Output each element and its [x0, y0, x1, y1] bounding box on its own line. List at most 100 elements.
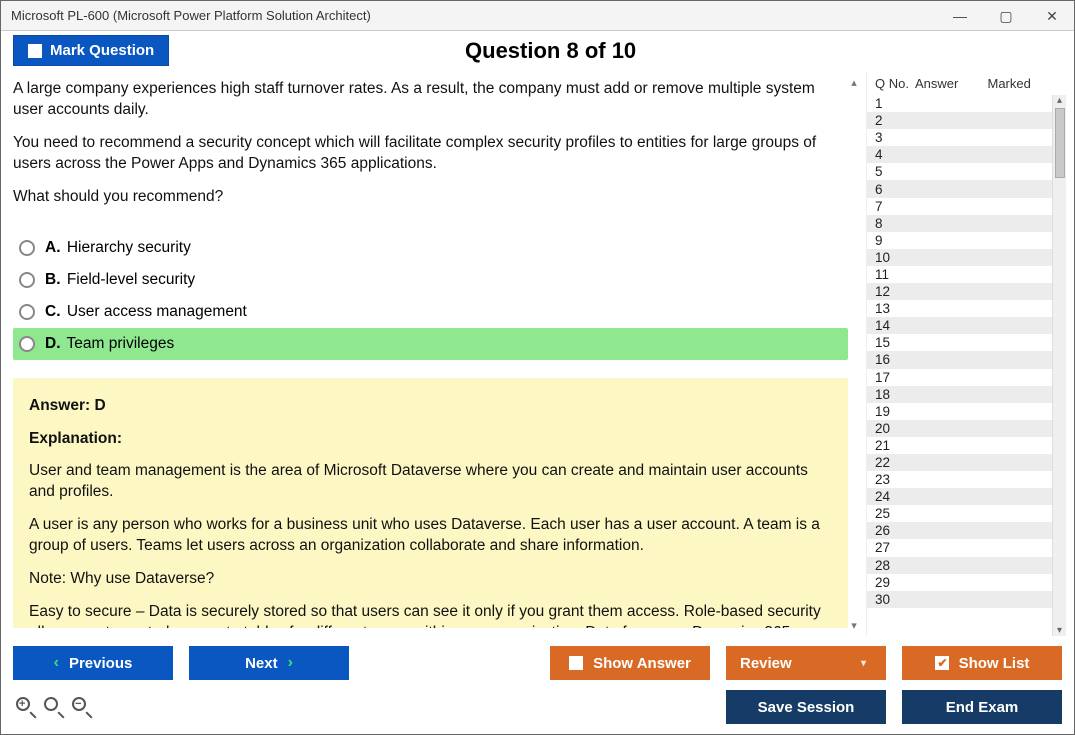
option-a[interactable]: A. Hierarchy security	[13, 232, 848, 264]
question-list-row[interactable]: 17	[867, 369, 1052, 386]
question-list-row[interactable]: 2	[867, 112, 1052, 129]
question-paragraph: You need to recommend a security concept…	[13, 133, 842, 175]
answer-explanation-box: Answer: D Explanation: User and team man…	[13, 378, 848, 628]
question-list-row[interactable]: 27	[867, 539, 1052, 556]
question-scroll-area: A large company experiences high staff t…	[13, 72, 848, 636]
option-letter: C.	[45, 303, 61, 320]
question-number: 29	[875, 575, 915, 590]
question-list-row[interactable]: 1	[867, 95, 1052, 112]
question-text: A large company experiences high staff t…	[13, 73, 848, 228]
next-label: Next	[245, 655, 278, 672]
option-letter: D.	[45, 335, 61, 352]
question-list-panel: Q No. Answer Marked 12345678910111213141…	[866, 72, 1066, 636]
show-list-button[interactable]: Show List	[902, 646, 1062, 680]
question-list-row[interactable]: 6	[867, 180, 1052, 197]
question-list-row[interactable]: 22	[867, 454, 1052, 471]
option-b[interactable]: B. Field-level security	[13, 264, 848, 296]
question-number: 6	[875, 182, 915, 197]
previous-button[interactable]: ‹ Previous	[13, 646, 173, 680]
minimize-button[interactable]: —	[944, 5, 976, 27]
question-list-row[interactable]: 7	[867, 198, 1052, 215]
app-window: Microsoft PL-600 (Microsoft Power Platfo…	[0, 0, 1075, 735]
option-c[interactable]: C. User access management	[13, 296, 848, 328]
footer-row-1: ‹ Previous Next › Show Answer Review ▾ S…	[1, 636, 1074, 686]
question-number: 9	[875, 233, 915, 248]
question-list-row[interactable]: 14	[867, 317, 1052, 334]
show-answer-button[interactable]: Show Answer	[550, 646, 710, 680]
question-list-row[interactable]: 28	[867, 557, 1052, 574]
review-dropdown[interactable]: Review ▾	[726, 646, 886, 680]
explanation-paragraph: Note: Why use Dataverse?	[29, 569, 832, 590]
question-list-row[interactable]: 15	[867, 334, 1052, 351]
scrollbar-thumb[interactable]	[1055, 108, 1065, 178]
question-number: 28	[875, 558, 915, 573]
options-list: A. Hierarchy security B. Field-level sec…	[13, 232, 848, 360]
question-number: 5	[875, 164, 915, 179]
end-exam-button[interactable]: End Exam	[902, 690, 1062, 724]
question-list-row[interactable]: 13	[867, 300, 1052, 317]
question-list-row[interactable]: 21	[867, 437, 1052, 454]
zoom-in-icon[interactable]: +	[15, 696, 37, 718]
question-list-row[interactable]: 19	[867, 403, 1052, 420]
question-list-scroll: 1234567891011121314151617181920212223242…	[867, 95, 1066, 636]
question-list-row[interactable]: 26	[867, 522, 1052, 539]
close-button[interactable]: ✕	[1036, 5, 1068, 27]
question-list-row[interactable]: 18	[867, 386, 1052, 403]
scroll-up-icon[interactable]: ▴	[1057, 95, 1062, 106]
question-list-row[interactable]: 25	[867, 505, 1052, 522]
scroll-up-icon[interactable]: ▴	[851, 76, 857, 89]
question-list-row[interactable]: 10	[867, 249, 1052, 266]
explanation-paragraph: Easy to secure – Data is securely stored…	[29, 602, 832, 628]
show-list-label: Show List	[959, 655, 1030, 672]
question-list-row[interactable]: 30	[867, 591, 1052, 608]
zoom-out-icon[interactable]: −	[71, 696, 93, 718]
question-number: 7	[875, 199, 915, 214]
question-number: 20	[875, 421, 915, 436]
radio-icon	[19, 272, 35, 288]
window-buttons: — ▢ ✕	[944, 5, 1068, 27]
question-list-header: Q No. Answer Marked	[867, 72, 1066, 95]
question-list-row[interactable]: 23	[867, 471, 1052, 488]
question-list-row[interactable]: 5	[867, 163, 1052, 180]
question-number: 23	[875, 472, 915, 487]
scroll-down-icon[interactable]: ▾	[1057, 625, 1062, 636]
end-exam-label: End Exam	[946, 699, 1019, 716]
radio-icon	[19, 304, 35, 320]
question-list-row[interactable]: 3	[867, 129, 1052, 146]
sidebar-scrollbar[interactable]: ▴ ▾	[1052, 95, 1066, 636]
question-number: 22	[875, 455, 915, 470]
question-number: 21	[875, 438, 915, 453]
question-list-row[interactable]: 16	[867, 351, 1052, 368]
question-number: 25	[875, 506, 915, 521]
question-number: 3	[875, 130, 915, 145]
question-counter-title: Question 8 of 10	[169, 38, 932, 64]
question-list-row[interactable]: 24	[867, 488, 1052, 505]
question-list-row[interactable]: 4	[867, 146, 1052, 163]
question-number: 10	[875, 250, 915, 265]
question-list-row[interactable]: 29	[867, 574, 1052, 591]
chevron-right-icon: ›	[288, 654, 293, 672]
radio-icon	[19, 240, 35, 256]
question-list-row[interactable]: 11	[867, 266, 1052, 283]
question-list-row[interactable]: 9	[867, 232, 1052, 249]
zoom-reset-icon[interactable]	[43, 696, 65, 718]
question-list: 1234567891011121314151617181920212223242…	[867, 95, 1052, 636]
option-text: User access management	[67, 303, 247, 320]
question-list-row[interactable]: 12	[867, 283, 1052, 300]
mark-question-button[interactable]: Mark Question	[13, 35, 169, 66]
option-d[interactable]: D. Team privileges	[13, 328, 848, 360]
chevron-left-icon: ‹	[54, 654, 59, 672]
question-number: 4	[875, 147, 915, 162]
answer-heading: Answer: D	[29, 396, 832, 417]
question-list-row[interactable]: 20	[867, 420, 1052, 437]
col-answer: Answer	[915, 76, 988, 91]
question-list-row[interactable]: 8	[867, 215, 1052, 232]
save-session-button[interactable]: Save Session	[726, 690, 886, 724]
scroll-down-icon[interactable]: ▾	[851, 619, 857, 632]
footer-row-2: + − Save Session End Exam	[1, 686, 1074, 734]
checkbox-checked-icon	[935, 656, 949, 670]
next-button[interactable]: Next ›	[189, 646, 349, 680]
option-letter: B.	[45, 271, 61, 288]
maximize-button[interactable]: ▢	[990, 5, 1022, 27]
previous-label: Previous	[69, 655, 132, 672]
